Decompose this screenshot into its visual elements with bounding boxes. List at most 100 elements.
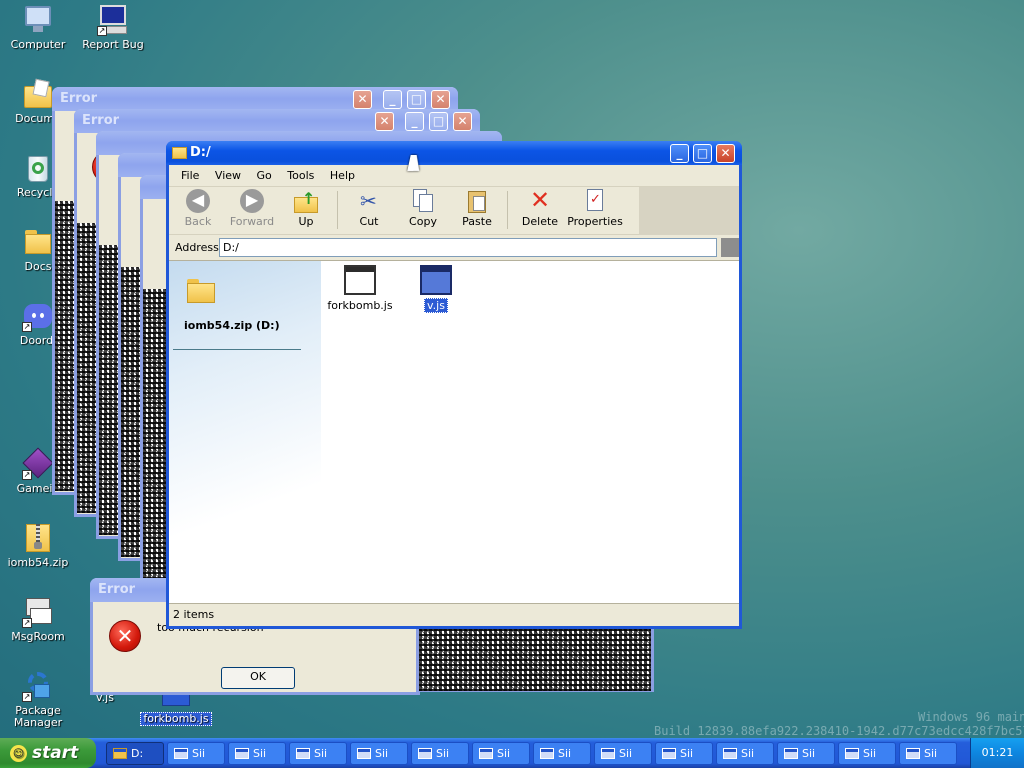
- corrupted-noise-area: [77, 223, 97, 513]
- taskbar-item[interactable]: Sii: [716, 742, 774, 765]
- folder-icon: [113, 748, 127, 759]
- taskbar-item[interactable]: Sii: [777, 742, 835, 765]
- sidebar-title: iomb54.zip (D:): [184, 319, 280, 332]
- window-icon: [479, 748, 493, 759]
- cut-button[interactable]: ✂ Cut: [342, 189, 396, 228]
- error-window-titlebar[interactable]: Error ✕ _ □ ✕: [52, 87, 458, 111]
- taskbar-item[interactable]: Sii: [228, 742, 286, 765]
- close-button[interactable]: ✕: [431, 90, 450, 109]
- back-arrow-icon: ◀: [186, 189, 210, 213]
- properties-button[interactable]: ✓ Properties: [563, 189, 627, 228]
- taskbar-item[interactable]: Sii: [472, 742, 530, 765]
- corrupted-noise-area: [121, 267, 141, 557]
- window-icon: [540, 748, 554, 759]
- close-button[interactable]: ✕: [353, 90, 372, 109]
- paste-button[interactable]: Paste: [450, 189, 504, 228]
- taskbar-item-label: Sii: [741, 747, 755, 760]
- file-item[interactable]: forkbomb.js: [327, 265, 393, 312]
- taskbar-item[interactable]: Sii: [289, 742, 347, 765]
- menu-file[interactable]: File: [175, 165, 205, 186]
- taskbar-item-label: D:: [131, 747, 144, 760]
- copy-icon: [411, 189, 435, 213]
- status-bar: 2 items: [169, 603, 739, 625]
- desktop-icon-forkbomb[interactable]: forkbomb.js: [139, 712, 213, 729]
- delete-x-icon: ✕: [530, 186, 551, 214]
- ok-button[interactable]: OK: [221, 667, 295, 689]
- window-icon: [723, 748, 737, 759]
- window-icon: [906, 748, 920, 759]
- window-icon: [296, 748, 310, 759]
- menu-help[interactable]: Help: [324, 165, 361, 186]
- error-window-titlebar[interactable]: Error ✕ _ □ ✕: [74, 109, 480, 133]
- window-icon: [235, 748, 249, 759]
- minimize-button[interactable]: _: [405, 112, 424, 131]
- minimize-button[interactable]: _: [383, 90, 402, 109]
- desktop-icon-report-bug[interactable]: ↗ Report Bug: [76, 4, 150, 51]
- drive-folder-icon: [187, 279, 215, 305]
- toolbar: ◀ Back ▶ Forward ↑ Up ✂ Cut Copy Paste ✕…: [169, 186, 739, 235]
- file-item-selected[interactable]: v.js: [403, 265, 469, 313]
- maximize-button[interactable]: □: [429, 112, 448, 131]
- taskbar-item[interactable]: Sii: [167, 742, 225, 765]
- folder-icon: [22, 226, 54, 258]
- folder-icon: [172, 147, 187, 159]
- menu-go[interactable]: Go: [251, 165, 278, 186]
- close-button[interactable]: ✕: [375, 112, 394, 131]
- desktop-icon-computer[interactable]: Computer: [1, 4, 75, 51]
- taskbar-item[interactable]: Sii: [533, 742, 591, 765]
- desktop-icon-forkbomb-glyph: [162, 694, 190, 706]
- taskbar-item-label: Sii: [375, 747, 389, 760]
- copy-button[interactable]: Copy: [396, 189, 450, 228]
- clipboard-icon: [465, 189, 489, 213]
- documents-folder-icon: [22, 78, 54, 110]
- sidebar-panel: iomb54.zip (D:): [169, 261, 321, 603]
- js-file-icon: [344, 265, 376, 295]
- taskbar-item[interactable]: Sii: [838, 742, 896, 765]
- start-button[interactable]: ☺ start: [0, 738, 96, 768]
- corrupted-noise-area: [99, 245, 119, 535]
- taskbar-item[interactable]: Sii: [899, 742, 957, 765]
- explorer-titlebar[interactable]: D:/ _ □ ✕: [166, 141, 742, 165]
- taskbar-item-explorer[interactable]: D:: [106, 742, 164, 765]
- taskbar-item[interactable]: Sii: [594, 742, 652, 765]
- taskbar-item-label: Sii: [192, 747, 206, 760]
- taskbar-item-label: Sii: [436, 747, 450, 760]
- menu-bar: File View Go Tools Help: [169, 165, 739, 187]
- build-watermark: Build 12839.88efa922.238410-1942.d77c73e…: [654, 724, 1024, 738]
- computer-icon: [22, 4, 54, 36]
- taskbar: ☺ start D: Sii Sii Sii Sii Sii Sii Sii Sii Sii Sii…: [0, 738, 1024, 768]
- taskbar-item-label: Sii: [802, 747, 816, 760]
- taskbar-item-label: Sii: [558, 747, 572, 760]
- maximize-button[interactable]: □: [693, 144, 712, 163]
- menu-tools[interactable]: Tools: [281, 165, 320, 186]
- back-button[interactable]: ◀ Back: [171, 189, 225, 228]
- address-go-button[interactable]: [721, 238, 739, 257]
- close-button[interactable]: ✕: [716, 144, 735, 163]
- delete-button[interactable]: ✕ Delete: [513, 186, 567, 228]
- properties-icon: ✓: [583, 189, 607, 213]
- explorer-window[interactable]: D:/ _ □ ✕ File View Go Tools Help ◀ Back…: [166, 141, 742, 629]
- window-icon: [174, 748, 188, 759]
- msgroom-icon: ↗: [22, 596, 54, 628]
- file-view[interactable]: iomb54.zip (D:) forkbomb.js v.js: [169, 261, 739, 603]
- desktop-icon-package-manager[interactable]: ↗ Package Manager: [1, 670, 75, 729]
- recycle-bin-icon: [22, 152, 54, 184]
- menu-view[interactable]: View: [209, 165, 247, 186]
- taskbar-item[interactable]: Sii: [411, 742, 469, 765]
- window-icon: [784, 748, 798, 759]
- address-input[interactable]: D:/: [219, 238, 717, 257]
- up-button[interactable]: ↑ Up: [279, 189, 333, 228]
- maximize-button[interactable]: □: [407, 90, 426, 109]
- taskbar-item[interactable]: Sii: [655, 742, 713, 765]
- minimize-button[interactable]: _: [670, 144, 689, 163]
- desktop-icon-zip[interactable]: iomb54.zip: [1, 522, 75, 569]
- window-icon: [418, 748, 432, 759]
- forward-button[interactable]: ▶ Forward: [225, 189, 279, 228]
- desktop-icon-msgroom[interactable]: ↗ MsgRoom: [1, 596, 75, 643]
- game-icon: ↗: [22, 447, 54, 480]
- close-button[interactable]: ✕: [453, 112, 472, 131]
- package-manager-icon: ↗: [22, 670, 54, 702]
- taskbar-item[interactable]: Sii: [350, 742, 408, 765]
- clock[interactable]: 01:21: [982, 746, 1014, 759]
- build-watermark-title: Windows 96 main: [918, 710, 1024, 724]
